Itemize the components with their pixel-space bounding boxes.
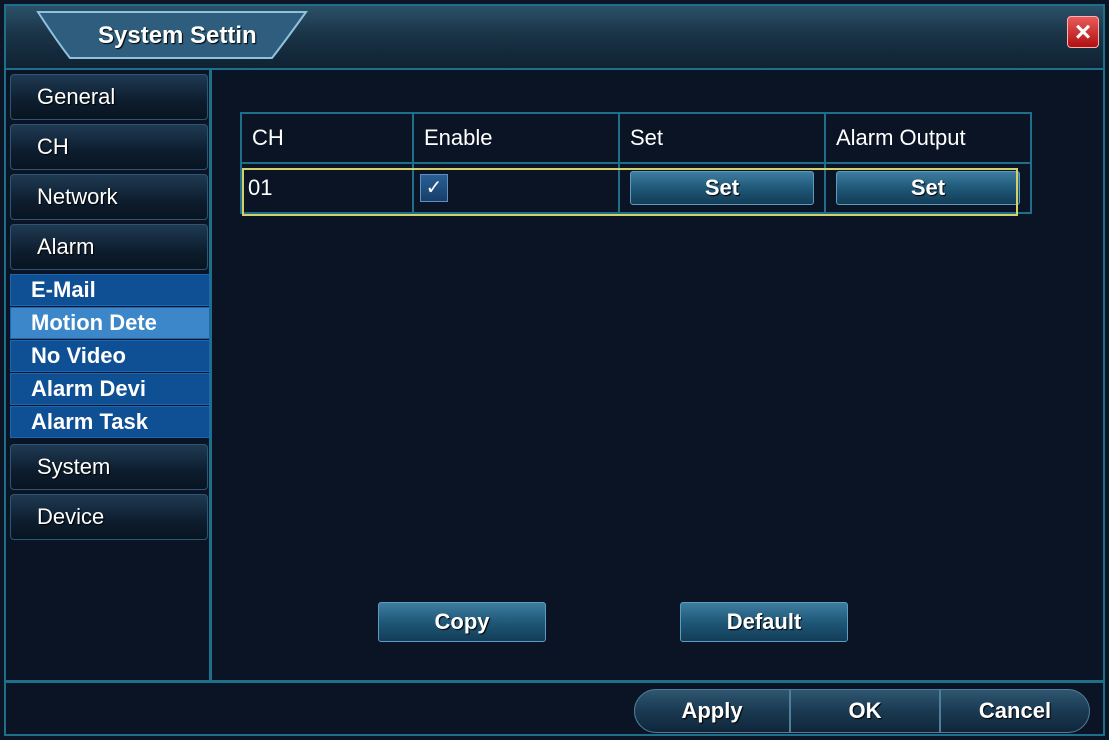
cancel-button[interactable]: Cancel	[940, 689, 1090, 733]
sidebar-item-system[interactable]: System	[10, 444, 208, 490]
sidebar-item-general[interactable]: General	[10, 74, 208, 120]
header-enable: Enable	[412, 112, 620, 164]
enable-checkbox[interactable]: ✓	[420, 174, 448, 202]
window-title: System Settin	[98, 22, 257, 49]
alarm-submenu: E-Mail Motion Dete No Video Alarm Devi A…	[10, 274, 210, 440]
table-row: 01 ✓ Set Set	[240, 162, 1032, 214]
sidebar-item-network[interactable]: Network	[10, 174, 208, 220]
enable-cell: ✓	[412, 162, 620, 214]
system-settings-window: System Settin × General CH Network Alarm…	[4, 4, 1105, 736]
set-cell: Set	[618, 162, 826, 214]
ch-value: 01	[248, 175, 273, 200]
ok-button[interactable]: OK	[790, 689, 940, 733]
subitem-email[interactable]: E-Mail	[10, 274, 210, 306]
sidebar-item-alarm[interactable]: Alarm	[10, 224, 208, 270]
title-bar: System Settin ×	[6, 6, 1103, 70]
sidebar-item-ch[interactable]: CH	[10, 124, 208, 170]
sidebar-item-device[interactable]: Device	[10, 494, 208, 540]
copy-button[interactable]: Copy	[378, 602, 546, 642]
apply-button[interactable]: Apply	[634, 689, 790, 733]
close-icon[interactable]: ×	[1067, 16, 1099, 48]
title-tab: System Settin	[36, 10, 326, 60]
alarm-output-set-button[interactable]: Set	[836, 171, 1020, 205]
subitem-alarm-device[interactable]: Alarm Devi	[10, 373, 210, 405]
subitem-motion-detect[interactable]: Motion Dete	[10, 307, 210, 339]
alarm-output-cell: Set	[824, 162, 1032, 214]
footer-bar: Apply OK Cancel	[6, 680, 1103, 734]
content-area: CH Enable Set Alarm Output 01 ✓ Set Set …	[212, 70, 1103, 680]
subitem-alarm-task[interactable]: Alarm Task	[10, 406, 210, 438]
header-alarm-output: Alarm Output	[824, 112, 1032, 164]
table-header-row: CH Enable Set Alarm Output	[240, 112, 1032, 164]
ch-cell: 01	[240, 162, 414, 214]
default-button[interactable]: Default	[680, 602, 848, 642]
header-ch: CH	[240, 112, 414, 164]
subitem-no-video[interactable]: No Video	[10, 340, 210, 372]
set-button[interactable]: Set	[630, 171, 814, 205]
motion-detect-table: CH Enable Set Alarm Output 01 ✓ Set Set	[240, 112, 1032, 214]
header-set: Set	[618, 112, 826, 164]
sidebar: General CH Network Alarm E-Mail Motion D…	[6, 70, 212, 680]
